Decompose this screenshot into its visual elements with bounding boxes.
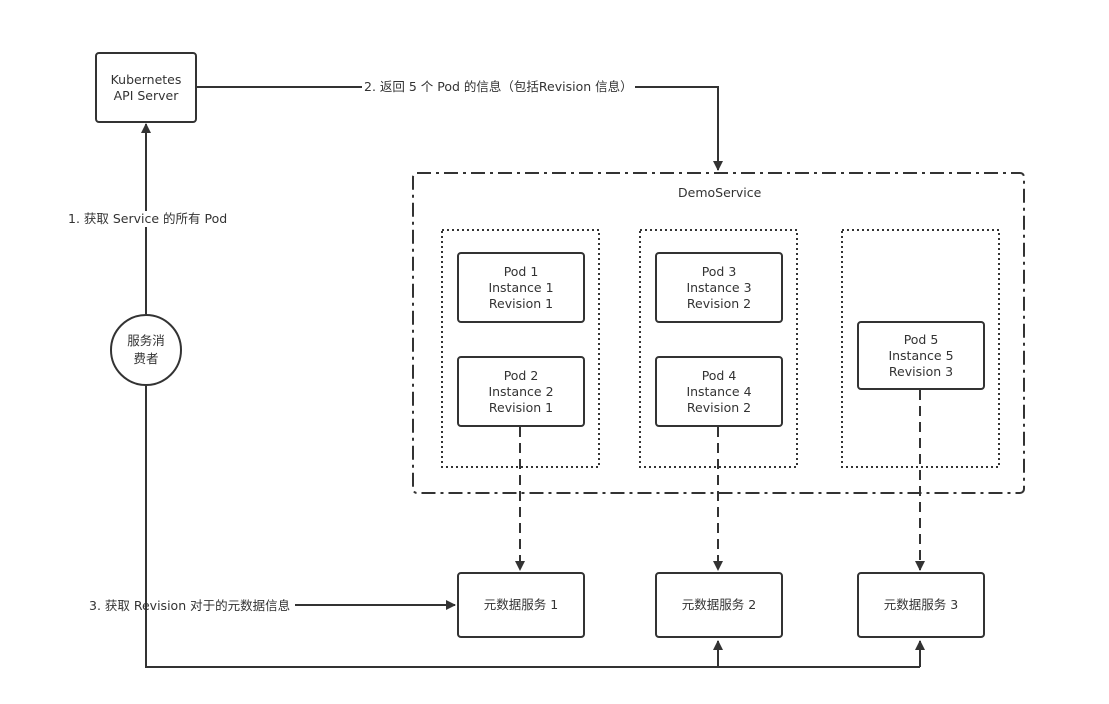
pod-node[interactable]: Pod 4 Instance 4 Revision 2 [655,356,783,427]
pod-revision: Revision 3 [888,363,954,379]
api-server-node[interactable]: Kubernetes API Server [95,52,197,123]
pod-revision: Revision 2 [686,399,752,415]
metadata-service-node[interactable]: 元数据服务 2 [655,572,783,638]
pod-instance: Instance 3 [686,279,752,295]
pod-node[interactable]: Pod 3 Instance 3 Revision 2 [655,252,783,323]
service-consumer-node[interactable]: 服务消 费者 [110,314,182,386]
step3-label: 3. 获取 Revision 对于的元数据信息 [89,598,291,613]
pod-instance: Instance 1 [488,279,554,295]
pod-instance: Instance 2 [488,383,554,399]
pod-name: Pod 3 [701,263,737,279]
step1-label: 1. 获取 Service 的所有 Pod [68,211,228,227]
metadata-service-label: 元数据服务 2 [681,597,757,612]
pod-node[interactable]: Pod 1 Instance 1 Revision 1 [457,252,585,323]
metadata-service-label: 元数据服务 3 [883,597,959,612]
edge-step2 [196,86,723,171]
pod-node[interactable]: Pod 5 Instance 5 Revision 3 [857,321,985,390]
pod-name: Pod 5 [903,331,939,347]
pod-node[interactable]: Pod 2 Instance 2 Revision 1 [457,356,585,427]
metadata-service-node[interactable]: 元数据服务 3 [857,572,985,638]
metadata-service-label: 元数据服务 1 [483,597,559,612]
metadata-service-node[interactable]: 元数据服务 1 [457,572,585,638]
pod-name: Pod 2 [503,367,539,383]
pod-name: Pod 4 [701,367,737,383]
api-server-line-2: API Server [113,87,179,103]
pod-name: Pod 1 [503,263,539,279]
pod-revision: Revision 1 [488,399,554,415]
api-server-line-1: Kubernetes [110,71,182,87]
pod-instance: Instance 4 [686,383,752,399]
pod-instance: Instance 5 [888,347,954,363]
pod-revision: Revision 2 [686,295,752,311]
pod-revision: Revision 1 [488,295,554,311]
consumer-line-1: 服务消 [127,333,165,348]
demo-service-title: DemoService [678,185,762,201]
step2-label: 2. 返回 5 个 Pod 的信息（包括Revision 信息） [362,79,635,95]
consumer-line-2: 费者 [133,351,159,366]
